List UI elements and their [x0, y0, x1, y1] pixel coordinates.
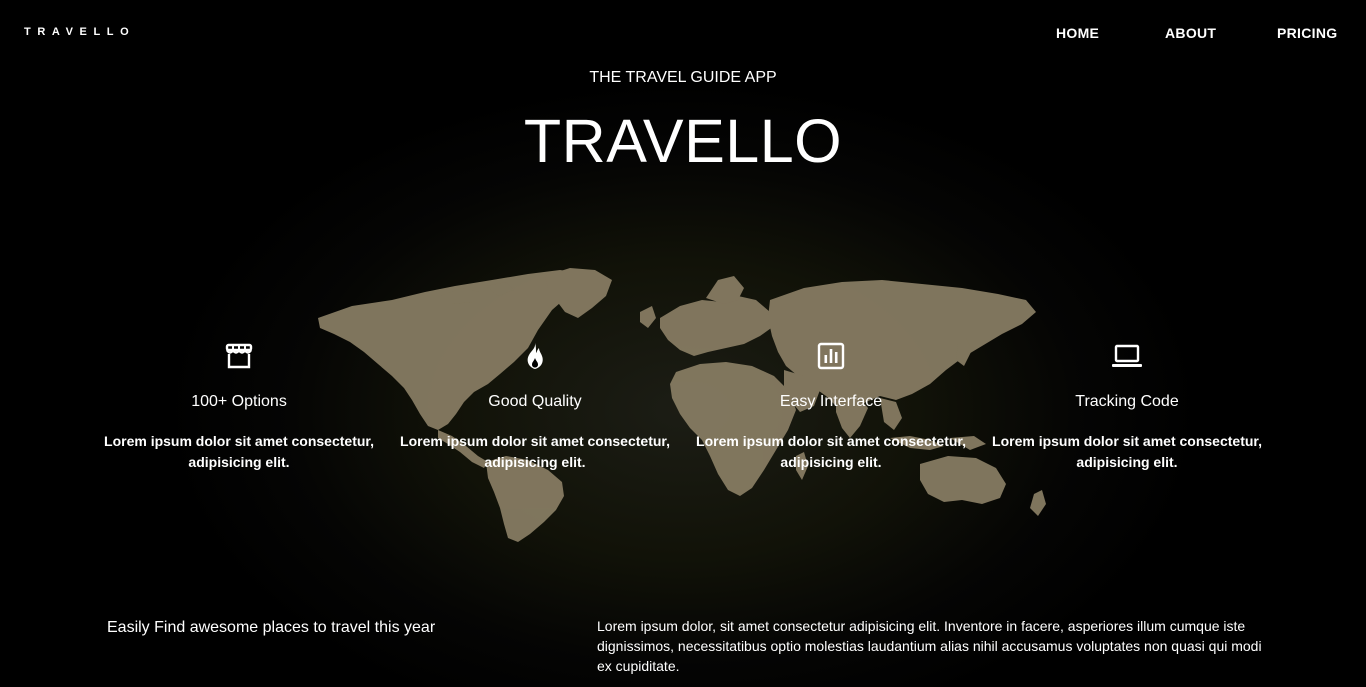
- laptop-icon: [1112, 344, 1142, 367]
- flame-icon: [527, 343, 543, 369]
- nav-link-home[interactable]: HOME: [1056, 25, 1099, 41]
- feature-card-tracking: Tracking Code Lorem ipsum dolor sit amet…: [979, 340, 1275, 473]
- feature-card-quality: Good Quality Lorem ipsum dolor sit amet …: [387, 340, 683, 473]
- hero-title: TRAVELLO: [523, 107, 843, 175]
- intro-tagline: Easily Find awesome places to travel thi…: [107, 619, 436, 636]
- feature-description: Lorem ipsum dolor sit amet consectetur, …: [104, 433, 374, 470]
- hero-kicker: THE TRAVEL GUIDE APP: [589, 69, 777, 86]
- feature-title: Good Quality: [488, 393, 582, 410]
- feature-card-interface: Easy Interface Lorem ipsum dolor sit ame…: [683, 340, 979, 473]
- bar-chart-icon: [817, 342, 845, 370]
- feature-description: Lorem ipsum dolor sit amet consectetur, …: [992, 433, 1262, 470]
- feature-description: Lorem ipsum dolor sit amet consectetur, …: [400, 433, 670, 470]
- nav-link-about[interactable]: ABOUT: [1165, 25, 1216, 41]
- feature-title: Easy Interface: [779, 393, 883, 410]
- feature-card-options: 100+ Options Lorem ipsum dolor sit amet …: [91, 340, 387, 473]
- intro-paragraph: Lorem ipsum dolor, sit amet consectetur …: [597, 618, 1262, 674]
- storefront-icon: [225, 343, 253, 369]
- feature-title: 100+ Options: [191, 393, 287, 410]
- nav-link-pricing[interactable]: PRICING: [1277, 25, 1337, 41]
- feature-description: Lorem ipsum dolor sit amet consectetur, …: [696, 433, 966, 470]
- feature-title: Tracking Code: [1075, 393, 1179, 410]
- top-navigation-bar: TRAVELLO HOME ABOUT PRICING: [0, 0, 1366, 66]
- brand-logo[interactable]: TRAVELLO: [24, 26, 135, 39]
